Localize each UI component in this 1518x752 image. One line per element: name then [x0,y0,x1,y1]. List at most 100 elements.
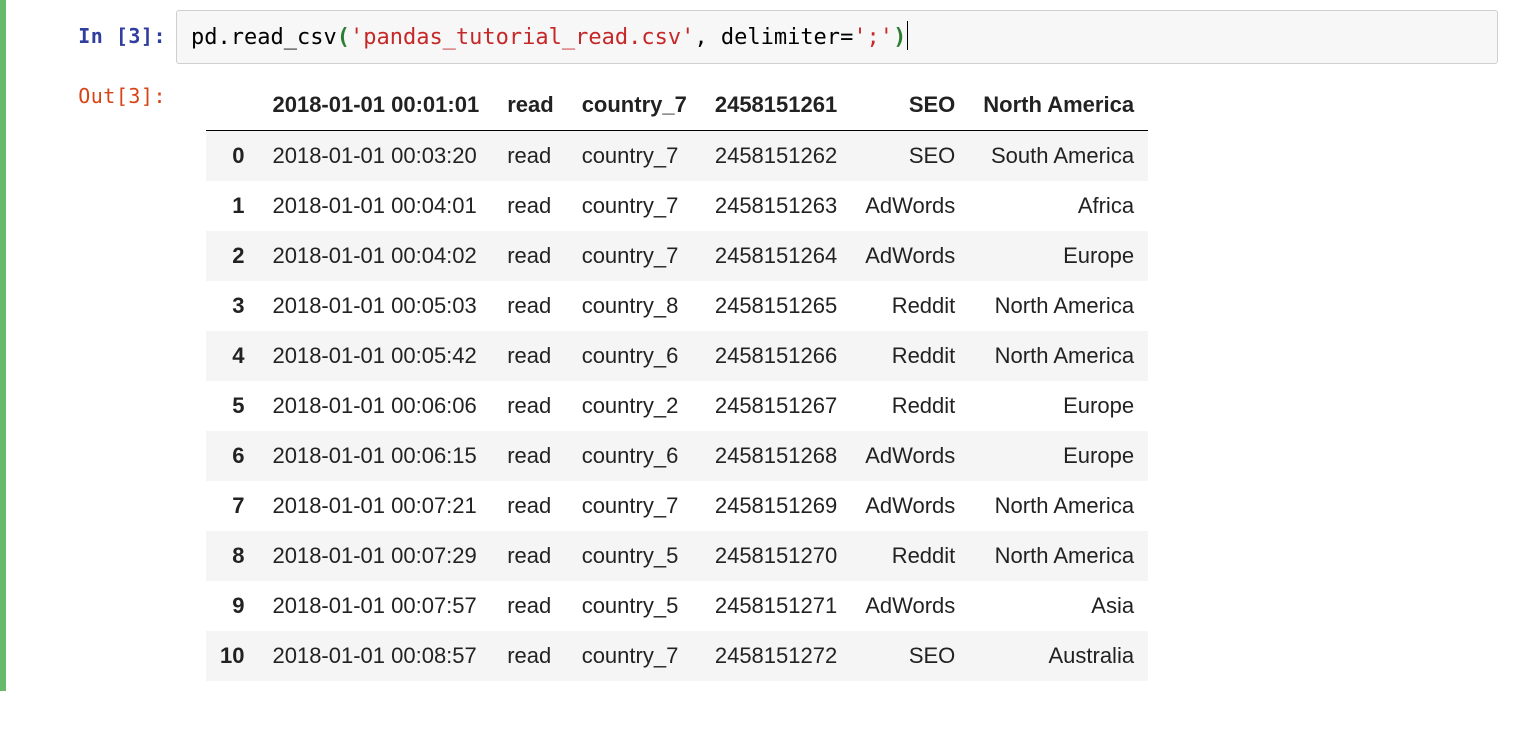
table-cell: 2018-01-01 00:07:29 [258,531,493,581]
table-cell: Africa [969,181,1148,231]
code-token-comma: , [694,25,721,50]
code-line[interactable]: pd.read_csv('pandas_tutorial_read.csv', … [191,25,908,50]
col-header: SEO [851,80,969,131]
table-row: 92018-01-01 00:07:57readcountry_52458151… [206,581,1148,631]
table-cell: read [493,131,567,182]
code-token-obj: pd [191,25,218,50]
table-cell: Australia [969,631,1148,681]
table-cell: Europe [969,381,1148,431]
table-cell: country_5 [568,531,701,581]
table-cell: read [493,381,567,431]
code-token-open-paren: ( [337,25,350,50]
table-cell: read [493,181,567,231]
table-cell: read [493,531,567,581]
table-cell: Asia [969,581,1148,631]
table-cell: 2018-01-01 00:05:42 [258,331,493,381]
table-cell: 2018-01-01 00:05:03 [258,281,493,331]
table-row: 82018-01-01 00:07:29readcountry_52458151… [206,531,1148,581]
table-row: 102018-01-01 00:08:57readcountry_7245815… [206,631,1148,681]
table-cell: North America [969,531,1148,581]
table-cell: 2458151272 [701,631,851,681]
col-header: 2018-01-01 00:01:01 [258,80,493,131]
col-header: country_7 [568,80,701,131]
table-cell: AdWords [851,481,969,531]
table-cell: read [493,281,567,331]
row-index: 0 [206,131,258,182]
notebook-cell: In [3]: pd.read_csv('pandas_tutorial_rea… [0,0,1518,691]
row-index: 4 [206,331,258,381]
table-cell: 2458151266 [701,331,851,381]
table-cell: 2018-01-01 00:04:01 [258,181,493,231]
table-cell: AdWords [851,431,969,481]
input-row: In [3]: pd.read_csv('pandas_tutorial_rea… [6,10,1518,64]
table-cell: 2458151268 [701,431,851,481]
table-cell: country_5 [568,581,701,631]
table-cell: country_6 [568,431,701,481]
table-row: 32018-01-01 00:05:03readcountry_82458151… [206,281,1148,331]
row-index: 6 [206,431,258,481]
table-cell: read [493,581,567,631]
table-cell: country_7 [568,131,701,182]
row-index: 1 [206,181,258,231]
table-cell: read [493,231,567,281]
table-cell: 2018-01-01 00:07:57 [258,581,493,631]
table-cell: read [493,431,567,481]
table-cell: 2018-01-01 00:03:20 [258,131,493,182]
row-index: 3 [206,281,258,331]
table-cell: 2458151267 [701,381,851,431]
table-cell: Reddit [851,331,969,381]
table-body: 02018-01-01 00:03:20readcountry_72458151… [206,131,1148,682]
table-row: 42018-01-01 00:05:42readcountry_62458151… [206,331,1148,381]
code-token-kwval: ';' [853,25,893,50]
table-cell: country_7 [568,181,701,231]
table-cell: Europe [969,431,1148,481]
table-cell: 2458151262 [701,131,851,182]
table-cell: 2458151271 [701,581,851,631]
row-index: 8 [206,531,258,581]
table-cell: 2458151269 [701,481,851,531]
table-cell: country_8 [568,281,701,331]
row-index: 10 [206,631,258,681]
table-cell: country_6 [568,331,701,381]
table-cell: 2018-01-01 00:04:02 [258,231,493,281]
table-cell: 2458151263 [701,181,851,231]
table-row: 12018-01-01 00:04:01readcountry_72458151… [206,181,1148,231]
output-prompt: Out[3]: [6,70,176,110]
row-index: 2 [206,231,258,281]
table-row: 62018-01-01 00:06:15readcountry_62458151… [206,431,1148,481]
code-token-fn: read_csv [231,25,337,50]
table-cell: Reddit [851,381,969,431]
table-cell: country_2 [568,381,701,431]
table-cell: AdWords [851,181,969,231]
table-row: 22018-01-01 00:04:02readcountry_72458151… [206,231,1148,281]
code-token-close-paren: ) [893,25,906,50]
output-row: Out[3]: 2018-01-01 00:01:01 read country… [6,70,1518,681]
table-cell: SEO [851,131,969,182]
table-cell: North America [969,281,1148,331]
table-cell: 2018-01-01 00:07:21 [258,481,493,531]
index-header [206,80,258,131]
code-input[interactable]: pd.read_csv('pandas_tutorial_read.csv', … [176,10,1498,64]
code-token-eq: = [840,25,853,50]
table-row: 02018-01-01 00:03:20readcountry_72458151… [206,131,1148,182]
code-token-string-arg: 'pandas_tutorial_read.csv' [350,25,694,50]
table-cell: Reddit [851,531,969,581]
col-header: 2458151261 [701,80,851,131]
table-cell: SEO [851,631,969,681]
table-cell: 2018-01-01 00:06:15 [258,431,493,481]
table-cell: South America [969,131,1148,182]
row-index: 9 [206,581,258,631]
table-cell: read [493,631,567,681]
input-prompt: In [3]: [6,10,176,50]
table-cell: country_7 [568,631,701,681]
code-token-kwarg: delimiter [721,25,840,50]
table-header-row: 2018-01-01 00:01:01 read country_7 24581… [206,80,1148,131]
table-cell: read [493,331,567,381]
dataframe-table: 2018-01-01 00:01:01 read country_7 24581… [206,80,1148,681]
table-cell: AdWords [851,231,969,281]
table-cell: 2458151264 [701,231,851,281]
table-cell: 2018-01-01 00:06:06 [258,381,493,431]
table-row: 52018-01-01 00:06:06readcountry_22458151… [206,381,1148,431]
col-header: read [493,80,567,131]
table-cell: 2458151270 [701,531,851,581]
